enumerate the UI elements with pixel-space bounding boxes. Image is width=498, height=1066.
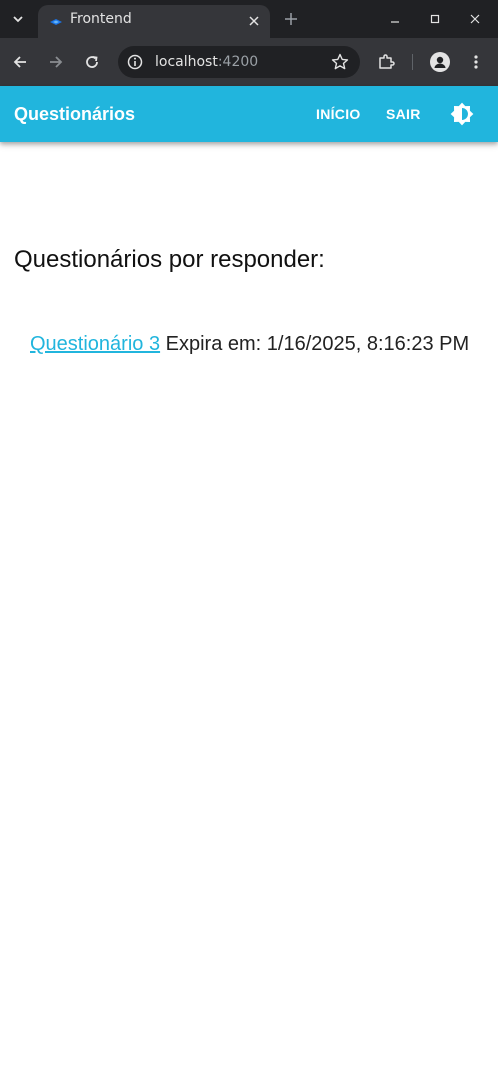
nav-home-link[interactable]: INÍCIO — [316, 106, 361, 122]
arrow-right-icon — [50, 56, 63, 68]
profile-avatar[interactable] — [430, 52, 450, 72]
minimize-icon — [391, 21, 399, 23]
browser-toolbar: localhost:4200 — [0, 38, 498, 86]
tab-title: Frontend — [70, 11, 132, 27]
angular-favicon-icon — [50, 19, 62, 25]
arrow-left-icon — [13, 56, 26, 68]
more-vert-icon — [474, 55, 478, 69]
maximize-icon — [430, 14, 440, 24]
app-toolbar: Questionários INÍCIO SAIR — [0, 86, 498, 142]
tab-close-button[interactable] — [244, 11, 264, 31]
puzzle-icon — [379, 54, 395, 69]
minimize-window-button[interactable] — [384, 8, 406, 30]
theme-toggle-button[interactable] — [448, 100, 476, 128]
toolbar-separator — [412, 54, 413, 70]
back-button[interactable] — [6, 48, 34, 76]
browser-tabstrip: Frontend — [0, 0, 498, 38]
url-host: localhost — [155, 54, 218, 70]
url-port: :4200 — [217, 54, 259, 70]
plus-icon — [285, 13, 297, 25]
person-icon — [434, 56, 446, 68]
maximize-window-button[interactable] — [424, 8, 446, 30]
address-bar[interactable]: localhost:4200 — [118, 46, 360, 78]
tab-search-button[interactable] — [4, 6, 32, 32]
brightness-icon — [450, 102, 474, 126]
page-heading: Questionários por responder: — [14, 246, 325, 273]
star-icon[interactable] — [330, 52, 350, 72]
forward-button[interactable] — [42, 48, 70, 76]
close-window-button[interactable] — [464, 8, 486, 30]
questionnaire-link[interactable]: Questionário 3 — [30, 333, 160, 355]
close-icon — [470, 14, 480, 24]
extensions-button[interactable] — [372, 48, 400, 76]
browser-tab-active[interactable]: Frontend — [38, 5, 270, 38]
new-tab-button[interactable] — [280, 8, 302, 30]
url-text: localhost:4200 — [155, 54, 258, 70]
close-icon — [249, 16, 259, 26]
browser-menu-button[interactable] — [462, 48, 490, 76]
questionnaire-item: Questionário 3 Expira em: 1/16/2025, 8:1… — [30, 333, 469, 356]
questionnaire-expiry: Expira em: 1/16/2025, 8:16:23 PM — [165, 333, 470, 355]
reload-button[interactable] — [78, 48, 106, 76]
nav-logout-link[interactable]: SAIR — [386, 106, 421, 122]
info-icon[interactable] — [126, 53, 144, 71]
reload-icon — [86, 56, 98, 68]
app-title: Questionários — [14, 104, 136, 124]
chevron-down-icon — [13, 16, 23, 23]
